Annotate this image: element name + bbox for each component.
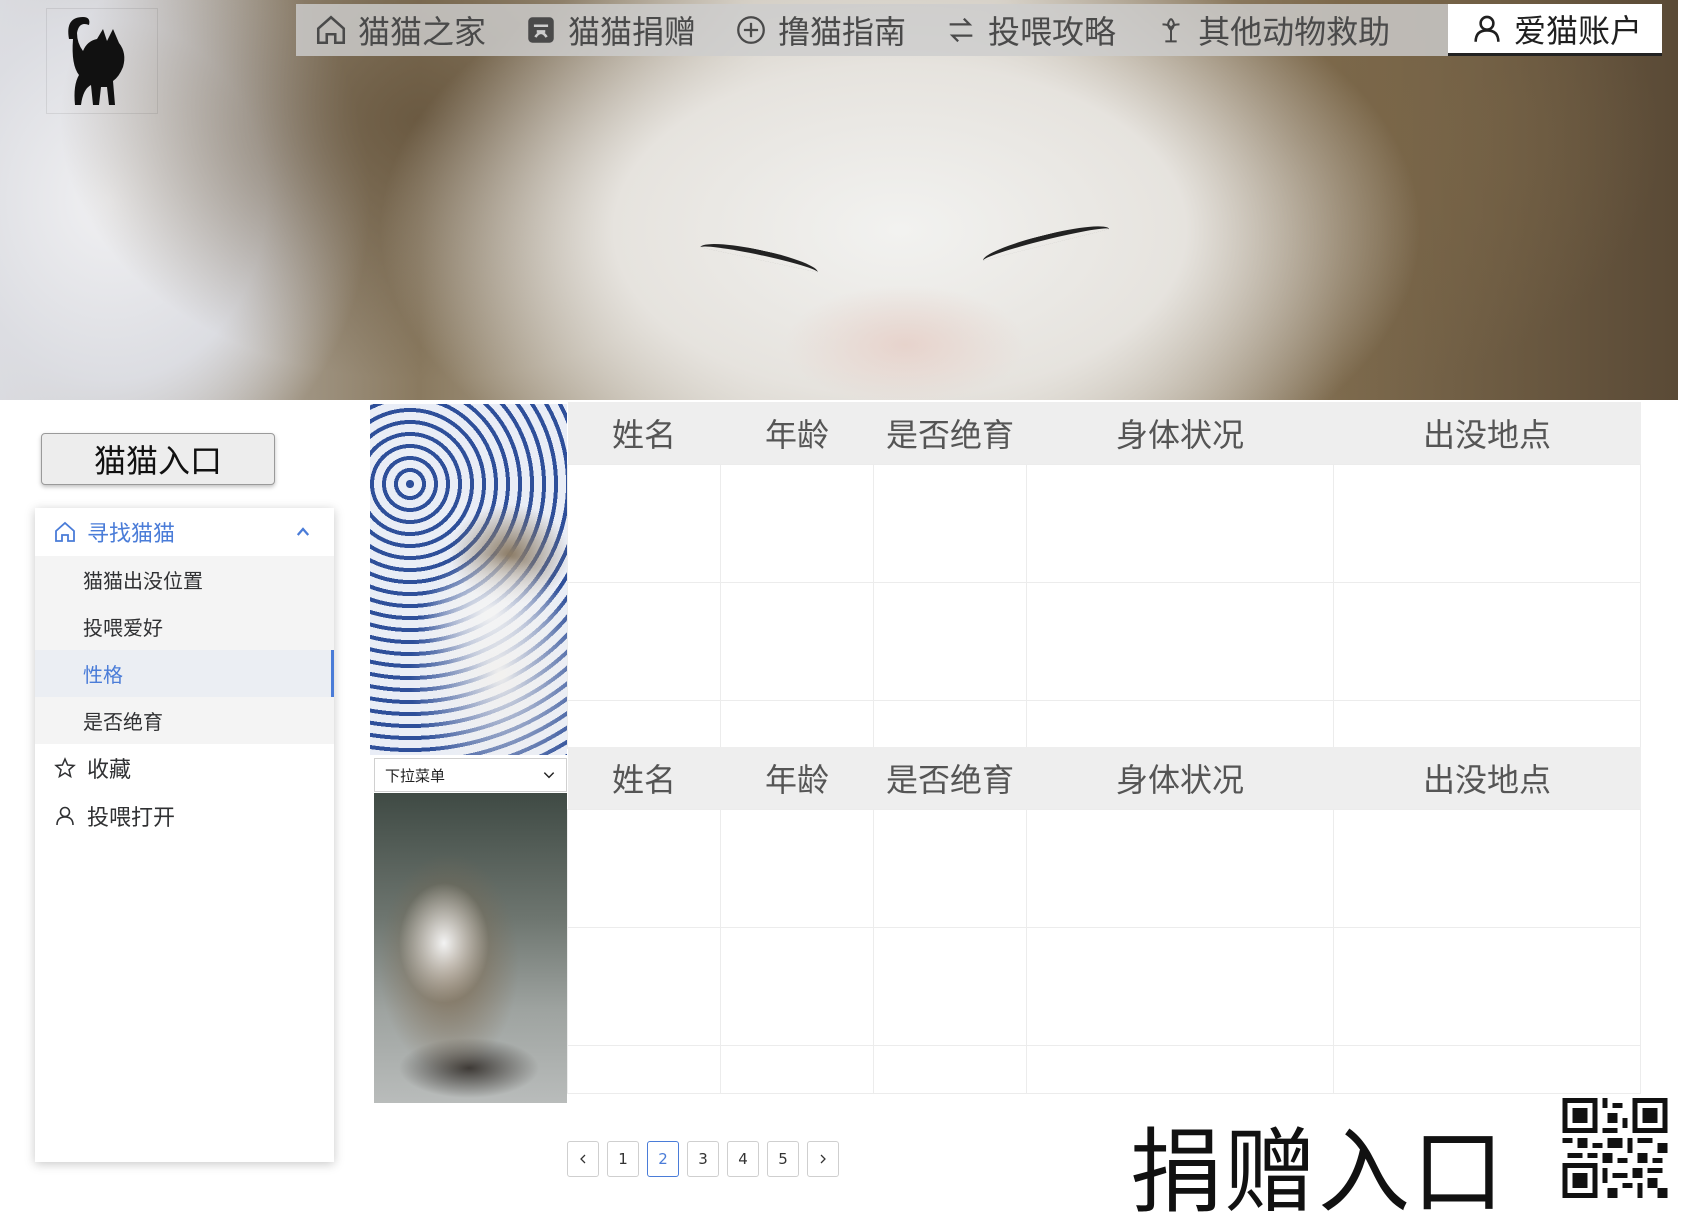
page-button-3[interactable]: 3 bbox=[687, 1141, 719, 1177]
qr-code-icon bbox=[1562, 1098, 1668, 1198]
page-button-1[interactable]: 1 bbox=[607, 1141, 639, 1177]
header-age[interactable]: 年龄 bbox=[720, 402, 874, 464]
logo[interactable] bbox=[46, 8, 158, 114]
header-neutered[interactable]: 是否绝育 bbox=[873, 747, 1027, 809]
cat-photo-2 bbox=[374, 793, 567, 1103]
header-location[interactable]: 出没地点 bbox=[1333, 402, 1641, 464]
flower-icon bbox=[1162, 17, 1180, 43]
header-location[interactable]: 出没地点 bbox=[1333, 747, 1641, 809]
nav-item-home[interactable]: 猫猫之家 bbox=[296, 4, 506, 56]
cat-entry-button[interactable]: 猫猫入口 bbox=[41, 433, 275, 485]
plus-circle-icon bbox=[737, 16, 765, 44]
page-button-5[interactable]: 5 bbox=[767, 1141, 799, 1177]
table-row[interactable] bbox=[567, 1044, 1641, 1094]
star-icon bbox=[54, 757, 76, 779]
cat-photo-1 bbox=[370, 404, 567, 755]
dropdown-label: 下拉菜单 bbox=[385, 766, 446, 785]
next-page-button[interactable] bbox=[807, 1141, 839, 1177]
table-row[interactable] bbox=[567, 581, 1641, 701]
sidebar-item-neutered[interactable]: 是否绝育 bbox=[35, 697, 334, 744]
cat-logo-icon bbox=[68, 17, 125, 105]
chevron-left-icon bbox=[580, 1154, 586, 1164]
chevron-down-icon bbox=[543, 772, 555, 779]
home-icon bbox=[316, 15, 346, 45]
table-row[interactable] bbox=[567, 808, 1641, 928]
sidebar-item-favorites[interactable]: 收藏 bbox=[35, 744, 334, 792]
donate-icon bbox=[528, 17, 554, 43]
menu-group-find-cats[interactable]: 寻找猫猫 bbox=[35, 508, 334, 556]
table-row[interactable] bbox=[567, 926, 1641, 1046]
table-row[interactable] bbox=[567, 463, 1641, 583]
sidebar-item-feeding-open[interactable]: 投喂打开 bbox=[35, 792, 334, 840]
sidebar-item-feeding-preference[interactable]: 投喂爱好 bbox=[35, 603, 334, 650]
sidebar-item-personality[interactable]: 性格 bbox=[35, 650, 334, 697]
header-age[interactable]: 年龄 bbox=[720, 747, 874, 809]
header-neutered[interactable]: 是否绝育 bbox=[873, 402, 1027, 464]
nav-item-account[interactable]: 爱猫账户 bbox=[1447, 4, 1662, 56]
pagination: 1 2 3 4 5 bbox=[567, 1141, 839, 1177]
table-row[interactable] bbox=[567, 699, 1641, 749]
nav-label-home: 猫猫之家 bbox=[358, 13, 487, 51]
sidebar-menu: 寻找猫猫 猫猫出没位置 投喂爱好 性格 是否绝育 收藏 投喂打开 bbox=[35, 508, 334, 1162]
nav-item-feeding[interactable]: 投喂攻略 bbox=[926, 4, 1136, 56]
nav-item-rescue[interactable]: 其他动物救助 bbox=[1136, 4, 1410, 56]
nav-label-account: 爱猫账户 bbox=[1513, 11, 1642, 50]
donate-entry[interactable]: 捐赠入口 bbox=[1130, 1098, 1506, 1231]
table-header-row: 姓名 年龄 是否绝育 身体状况 出没地点 bbox=[567, 402, 1641, 464]
page-button-2[interactable]: 2 bbox=[647, 1141, 679, 1177]
cat-table-1: 姓名 年龄 是否绝育 身体状况 出没地点 bbox=[567, 402, 1641, 749]
sidebar-item-locations[interactable]: 猫猫出没位置 bbox=[35, 556, 334, 603]
nav-label-rescue: 其他动物救助 bbox=[1198, 13, 1391, 51]
table-header-row: 姓名 年龄 是否绝育 身体状况 出没地点 bbox=[567, 747, 1641, 809]
dropdown-select[interactable]: 下拉菜单 bbox=[374, 758, 567, 792]
nav-label-donate: 猫猫捐赠 bbox=[568, 13, 697, 51]
nav-item-donate[interactable]: 猫猫捐赠 bbox=[506, 4, 716, 56]
prev-page-button[interactable] bbox=[567, 1141, 599, 1177]
header-name[interactable]: 姓名 bbox=[567, 402, 721, 464]
user-icon bbox=[1474, 15, 1500, 42]
feeding-open-label: 投喂打开 bbox=[87, 806, 176, 831]
nav-label-guide: 撸猫指南 bbox=[778, 13, 907, 51]
home-icon bbox=[55, 521, 75, 542]
user-icon bbox=[56, 806, 74, 826]
menu-group-label: 寻找猫猫 bbox=[87, 522, 176, 547]
favorites-label: 收藏 bbox=[87, 758, 132, 783]
header-health[interactable]: 身体状况 bbox=[1026, 402, 1334, 464]
cat-table-2: 姓名 年龄 是否绝育 身体状况 出没地点 bbox=[567, 747, 1641, 1094]
header-name[interactable]: 姓名 bbox=[567, 747, 721, 809]
header-health[interactable]: 身体状况 bbox=[1026, 747, 1334, 809]
page-button-4[interactable]: 4 bbox=[727, 1141, 759, 1177]
nav-label-feeding: 投喂攻略 bbox=[988, 13, 1117, 51]
nav-item-guide[interactable]: 撸猫指南 bbox=[716, 4, 926, 56]
swap-icon bbox=[949, 17, 973, 43]
chevron-right-icon bbox=[820, 1154, 826, 1164]
banner-image bbox=[0, 0, 1678, 400]
top-nav: 猫猫之家 猫猫捐赠 撸猫指南 投喂攻略 其他动物救助 爱猫账户 bbox=[296, 4, 1662, 56]
chevron-up-icon[interactable] bbox=[294, 523, 312, 541]
